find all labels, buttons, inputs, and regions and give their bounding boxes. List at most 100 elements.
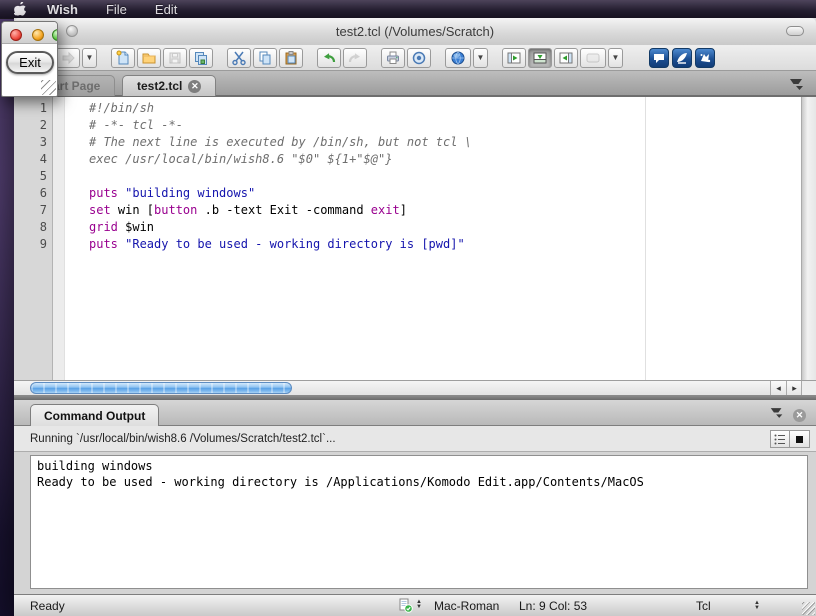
encoding-field[interactable]: Mac-Roman (434, 599, 499, 613)
toggle-bottom-pane-button[interactable] (528, 48, 552, 68)
tab-list-dropdown-icon[interactable] (788, 78, 806, 96)
line-number: 9 (14, 236, 53, 253)
chevron-down-icon: ▼ (86, 54, 94, 62)
fold-cell (53, 185, 65, 202)
history-dropdown-button[interactable]: ▼ (82, 48, 97, 68)
menu-item-edit[interactable]: Edit (155, 2, 177, 17)
status-bar: Ready ▲▼ Mac-Roman Ln: 9 Col: 53 Tcl ▲▼ (14, 594, 816, 616)
window-resize-grip[interactable] (802, 602, 815, 615)
preview-dropdown-button[interactable]: ▼ (473, 48, 488, 68)
toggle-output-view-button[interactable] (770, 430, 790, 448)
toggle-left-pane-button[interactable] (502, 48, 526, 68)
syntax-check-icon[interactable] (398, 598, 413, 616)
copy-button[interactable] (253, 48, 277, 68)
tab-close-icon[interactable]: ✕ (188, 80, 201, 93)
line-number: 5 (14, 168, 53, 185)
preview-browser-icon (450, 50, 466, 66)
stop-button[interactable] (790, 430, 810, 448)
desktop: Wish File Edit test2.tcl (/Volumes/Scrat… (0, 0, 816, 616)
apple-menu-icon[interactable] (14, 2, 27, 17)
wish-resize-grip[interactable] (41, 80, 56, 95)
wish-title-bar[interactable] (2, 22, 57, 44)
status-message: Ready (30, 599, 65, 613)
code-editor[interactable]: 1#!/bin/sh2# -*- tcl -*-3# The next line… (14, 97, 816, 380)
new-file-icon (115, 50, 131, 66)
code-text: puts "Ready to be used - working directo… (65, 236, 465, 253)
fold-cell (53, 117, 65, 134)
fold-cell (53, 168, 65, 185)
run-status-row: Running `/usr/local/bin/wish8.6 /Volumes… (14, 426, 816, 452)
menu-bar: Wish File Edit (0, 0, 816, 19)
cut-icon (231, 50, 247, 66)
code-text: # The next line is executed by /bin/sh, … (65, 134, 472, 151)
tab-command-output[interactable]: Command Output (30, 404, 159, 426)
code-lines: 1#!/bin/sh2# -*- tcl -*-3# The next line… (14, 100, 816, 253)
code-text: exec /usr/local/bin/wish8.6 "$0" ${1+"$@… (65, 151, 392, 168)
forward-button[interactable] (56, 48, 80, 68)
cut-button[interactable] (227, 48, 251, 68)
fold-cell (53, 202, 65, 219)
panel-close-icon[interactable]: ✕ (793, 409, 806, 422)
code-text: puts "building windows" (65, 185, 255, 202)
zoom-traffic-light[interactable] (52, 29, 58, 41)
line-number: 1 (14, 100, 53, 117)
code-text (65, 168, 89, 185)
syntax-stepper-icon[interactable]: ▲▼ (416, 600, 422, 610)
confetti-button[interactable] (695, 48, 715, 68)
open-file-button[interactable] (137, 48, 161, 68)
output-panel-header: Command Output ✕ (14, 400, 816, 426)
paste-button[interactable] (279, 48, 303, 68)
wish-window: Exit (1, 21, 58, 97)
preview-in-browser-button[interactable] (445, 48, 471, 68)
confetti-icon (698, 51, 712, 65)
language-field[interactable]: Tcl (696, 599, 711, 613)
new-file-button[interactable] (111, 48, 135, 68)
sail-button[interactable] (672, 48, 692, 68)
chevron-down-icon: ▼ (477, 54, 485, 62)
save-all-icon (193, 50, 209, 66)
horizontal-scrollbar-thumb[interactable] (30, 382, 292, 394)
line-number: 8 (14, 219, 53, 236)
show-dialog-icon (585, 50, 601, 66)
help-icon (411, 50, 427, 66)
panel-tab-list-dropdown-icon[interactable] (769, 406, 785, 424)
fold-cell (53, 100, 65, 117)
toolbar-pill-button[interactable] (786, 26, 804, 36)
dialog-dropdown-button[interactable]: ▼ (608, 48, 623, 68)
toggle-right-pane-button[interactable] (554, 48, 578, 68)
help-button[interactable] (407, 48, 431, 68)
exit-button[interactable]: Exit (6, 51, 54, 74)
menu-item-wish[interactable]: Wish (47, 2, 78, 17)
panel-tab-label: Command Output (44, 409, 145, 423)
output-line: building windows (37, 458, 801, 474)
speech-bubble-button[interactable] (649, 48, 669, 68)
toggle-right-pane-icon (558, 50, 574, 66)
scroll-right-button[interactable]: ▸ (786, 381, 802, 395)
language-stepper-icon[interactable]: ▲▼ (754, 601, 760, 611)
tab-test2-tcl[interactable]: test2.tcl ✕ (122, 75, 216, 96)
code-line: 4exec /usr/local/bin/wish8.6 "$0" ${1+"$… (14, 151, 816, 168)
save-button[interactable] (163, 48, 187, 68)
speech-bubble-icon (652, 51, 666, 65)
menu-item-file[interactable]: File (106, 2, 127, 17)
save-all-button[interactable] (189, 48, 213, 68)
editor-tab-bar: Start Page test2.tcl ✕ (14, 71, 816, 97)
minimize-traffic-light[interactable] (32, 29, 44, 41)
undo-button[interactable] (317, 48, 341, 68)
line-number: 7 (14, 202, 53, 219)
code-line: 9 puts "Ready to be used - working direct… (14, 236, 816, 253)
fold-cell (53, 151, 65, 168)
show-dialog-button[interactable] (580, 48, 606, 68)
code-line: 3# The next line is executed by /bin/sh,… (14, 134, 816, 151)
print-button[interactable] (381, 48, 405, 68)
print-icon (385, 50, 401, 66)
scroll-left-button[interactable]: ◂ (770, 381, 786, 395)
vertical-scrollbar[interactable] (801, 97, 816, 380)
horizontal-scrollbar[interactable]: ◂ ▸ (14, 380, 816, 396)
code-text: grid $win (65, 219, 154, 236)
komodo-window: test2.tcl (/Volumes/Scratch) ▼ (14, 18, 816, 616)
close-traffic-light[interactable] (10, 29, 22, 41)
title-bar[interactable]: test2.tcl (/Volumes/Scratch) (14, 18, 816, 46)
output-lines[interactable]: building windowsReady to be used - worki… (30, 455, 808, 589)
redo-button[interactable] (343, 48, 367, 68)
